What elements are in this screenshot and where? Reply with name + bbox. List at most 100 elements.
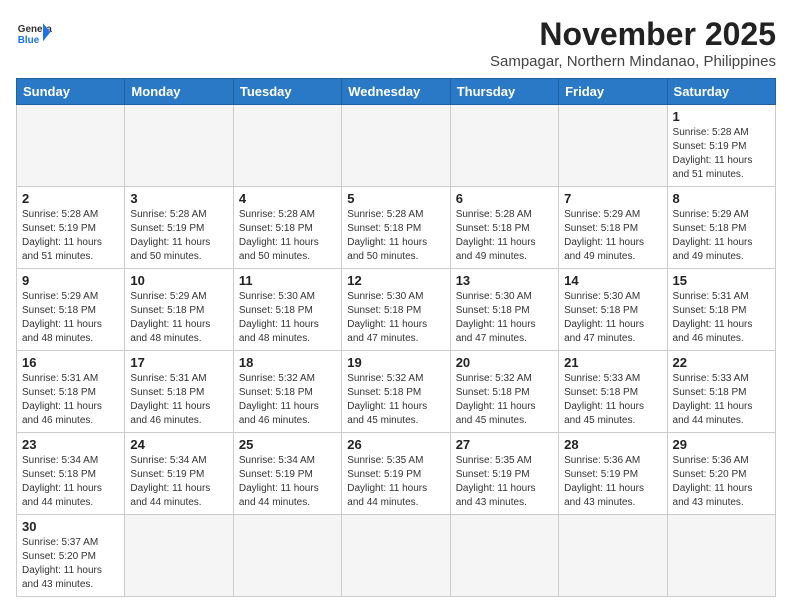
calendar-cell: 23Sunrise: 5:34 AM Sunset: 5:18 PM Dayli…	[17, 433, 125, 515]
day-info: Sunrise: 5:29 AM Sunset: 5:18 PM Dayligh…	[673, 208, 770, 264]
calendar-cell	[450, 105, 558, 187]
calendar-cell: 18Sunrise: 5:32 AM Sunset: 5:18 PM Dayli…	[233, 351, 341, 433]
calendar-cell	[559, 515, 667, 597]
day-info: Sunrise: 5:31 AM Sunset: 5:18 PM Dayligh…	[22, 372, 119, 428]
day-number: 23	[22, 437, 119, 452]
day-number: 25	[239, 437, 336, 452]
calendar-cell: 13 Sunrise: 5:30 AM Sunset: 5:18 PM Dayli…	[450, 269, 558, 351]
day-number: 20	[456, 355, 553, 370]
calendar-cell	[559, 105, 667, 187]
calendar-cell	[233, 105, 341, 187]
day-info: Sunrise: 5:35 AM Sunset: 5:19 PM Dayligh…	[347, 454, 444, 510]
day-info: Sunrise: 5:29 AM Sunset: 5:18 PM Dayligh…	[22, 290, 119, 346]
day-number: 8	[673, 191, 770, 206]
day-number: 19	[347, 355, 444, 370]
day-info: Sunrise: 5:36 AM Sunset: 5:20 PM Dayligh…	[673, 454, 770, 510]
day-info: Sunrise: 5:32 AM Sunset: 5:18 PM Dayligh…	[239, 372, 336, 428]
day-info: Sunrise: 5:29 AM Sunset: 5:18 PM Dayligh…	[130, 290, 227, 346]
day-number: 5	[347, 191, 444, 206]
calendar-cell	[125, 105, 233, 187]
day-info: Sunrise: 5:33 AM Sunset: 5:18 PM Dayligh…	[564, 372, 661, 428]
day-info: Sunrise: 5:30 AM Sunset: 5:18 PM Dayligh…	[564, 290, 661, 346]
calendar-week-row: 1 Sunrise: 5:28 AM Sunset: 5:19 PM Daylig…	[17, 105, 776, 187]
weekday-header-cell: Tuesday	[233, 79, 341, 105]
calendar-cell: 25 Sunrise: 5:34 AM Sunset: 5:19 PM Dayli…	[233, 433, 341, 515]
day-info: Sunrise: 5:30 AM Sunset: 5:18 PM Dayligh…	[456, 290, 553, 346]
day-number: 11	[239, 273, 336, 288]
day-info: Sunrise: 5:31 AM Sunset: 5:18 PM Dayligh…	[673, 290, 770, 346]
calendar-cell: 29 Sunrise: 5:36 AM Sunset: 5:20 PM Dayli…	[667, 433, 775, 515]
day-number: 6	[456, 191, 553, 206]
calendar-cell: 1 Sunrise: 5:28 AM Sunset: 5:19 PM Daylig…	[667, 105, 775, 187]
day-number: 14	[564, 273, 661, 288]
day-info: Sunrise: 5:32 AM Sunset: 5:18 PM Dayligh…	[347, 372, 444, 428]
logo: General Blue	[16, 16, 52, 52]
calendar-cell: 6Sunrise: 5:28 AM Sunset: 5:18 PM Daylig…	[450, 187, 558, 269]
day-number: 29	[673, 437, 770, 452]
calendar-body: 1 Sunrise: 5:28 AM Sunset: 5:19 PM Daylig…	[17, 105, 776, 597]
day-number: 16	[22, 355, 119, 370]
weekday-header-cell: Saturday	[667, 79, 775, 105]
day-number: 10	[130, 273, 227, 288]
day-info: Sunrise: 5:29 AM Sunset: 5:18 PM Dayligh…	[564, 208, 661, 264]
day-info: Sunrise: 5:34 AM Sunset: 5:19 PM Dayligh…	[239, 454, 336, 510]
calendar-cell: 12 Sunrise: 5:30 AM Sunset: 5:18 PM Dayli…	[342, 269, 450, 351]
weekday-header-row: SundayMondayTuesdayWednesdayThursdayFrid…	[17, 79, 776, 105]
day-info: Sunrise: 5:36 AM Sunset: 5:19 PM Dayligh…	[564, 454, 661, 510]
day-info: Sunrise: 5:30 AM Sunset: 5:18 PM Dayligh…	[239, 290, 336, 346]
calendar-cell: 28 Sunrise: 5:36 AM Sunset: 5:19 PM Dayli…	[559, 433, 667, 515]
day-info: Sunrise: 5:28 AM Sunset: 5:19 PM Dayligh…	[22, 208, 119, 264]
day-number: 24	[130, 437, 227, 452]
calendar-week-row: 2 Sunrise: 5:28 AM Sunset: 5:19 PM Daylig…	[17, 187, 776, 269]
day-number: 3	[130, 191, 227, 206]
calendar-cell: 19 Sunrise: 5:32 AM Sunset: 5:18 PM Dayli…	[342, 351, 450, 433]
title-section: November 2025 Sampagar, Northern Mindana…	[490, 16, 776, 70]
calendar-cell: 26 Sunrise: 5:35 AM Sunset: 5:19 PM Dayli…	[342, 433, 450, 515]
weekday-header-cell: Thursday	[450, 79, 558, 105]
day-number: 30	[22, 519, 119, 534]
day-info: Sunrise: 5:34 AM Sunset: 5:19 PM Dayligh…	[130, 454, 227, 510]
day-number: 28	[564, 437, 661, 452]
day-number: 2	[22, 191, 119, 206]
calendar-cell	[450, 515, 558, 597]
calendar-cell: 8 Sunrise: 5:29 AM Sunset: 5:18 PM Daylig…	[667, 187, 775, 269]
calendar-cell	[667, 515, 775, 597]
calendar-cell: 7 Sunrise: 5:29 AM Sunset: 5:18 PM Daylig…	[559, 187, 667, 269]
day-number: 4	[239, 191, 336, 206]
calendar-cell: 4 Sunrise: 5:28 AM Sunset: 5:18 PM Daylig…	[233, 187, 341, 269]
day-info: Sunrise: 5:28 AM Sunset: 5:18 PM Dayligh…	[239, 208, 336, 264]
calendar-cell: 14 Sunrise: 5:30 AM Sunset: 5:18 PM Dayli…	[559, 269, 667, 351]
day-info: Sunrise: 5:30 AM Sunset: 5:18 PM Dayligh…	[347, 290, 444, 346]
calendar-cell	[233, 515, 341, 597]
day-number: 21	[564, 355, 661, 370]
day-number: 12	[347, 273, 444, 288]
day-number: 1	[673, 109, 770, 124]
day-info: Sunrise: 5:32 AM Sunset: 5:18 PM Dayligh…	[456, 372, 553, 428]
calendar-cell: 2 Sunrise: 5:28 AM Sunset: 5:19 PM Daylig…	[17, 187, 125, 269]
calendar-week-row: 23Sunrise: 5:34 AM Sunset: 5:18 PM Dayli…	[17, 433, 776, 515]
page-header: General Blue November 2025 Sampagar, Nor…	[16, 16, 776, 70]
day-info: Sunrise: 5:35 AM Sunset: 5:19 PM Dayligh…	[456, 454, 553, 510]
calendar-cell: 3 Sunrise: 5:28 AM Sunset: 5:19 PM Daylig…	[125, 187, 233, 269]
day-info: Sunrise: 5:37 AM Sunset: 5:20 PM Dayligh…	[22, 536, 119, 592]
day-number: 7	[564, 191, 661, 206]
calendar-cell: 16 Sunrise: 5:31 AM Sunset: 5:18 PM Dayli…	[17, 351, 125, 433]
day-number: 13	[456, 273, 553, 288]
calendar-cell: 17Sunrise: 5:31 AM Sunset: 5:18 PM Dayli…	[125, 351, 233, 433]
calendar-cell: 5Sunrise: 5:28 AM Sunset: 5:18 PM Daylig…	[342, 187, 450, 269]
calendar-cell: 22Sunrise: 5:33 AM Sunset: 5:18 PM Dayli…	[667, 351, 775, 433]
day-number: 26	[347, 437, 444, 452]
calendar-cell: 21 Sunrise: 5:33 AM Sunset: 5:18 PM Dayli…	[559, 351, 667, 433]
day-info: Sunrise: 5:28 AM Sunset: 5:19 PM Dayligh…	[673, 126, 770, 182]
calendar-week-row: 16 Sunrise: 5:31 AM Sunset: 5:18 PM Dayli…	[17, 351, 776, 433]
day-info: Sunrise: 5:28 AM Sunset: 5:19 PM Dayligh…	[130, 208, 227, 264]
calendar-cell: 15 Sunrise: 5:31 AM Sunset: 5:18 PM Dayli…	[667, 269, 775, 351]
month-title: November 2025	[490, 16, 776, 53]
weekday-header-cell: Wednesday	[342, 79, 450, 105]
calendar-week-row: 9Sunrise: 5:29 AM Sunset: 5:18 PM Daylig…	[17, 269, 776, 351]
day-number: 15	[673, 273, 770, 288]
day-number: 22	[673, 355, 770, 370]
calendar-cell	[17, 105, 125, 187]
calendar-cell	[125, 515, 233, 597]
calendar-table: SundayMondayTuesdayWednesdayThursdayFrid…	[16, 78, 776, 597]
